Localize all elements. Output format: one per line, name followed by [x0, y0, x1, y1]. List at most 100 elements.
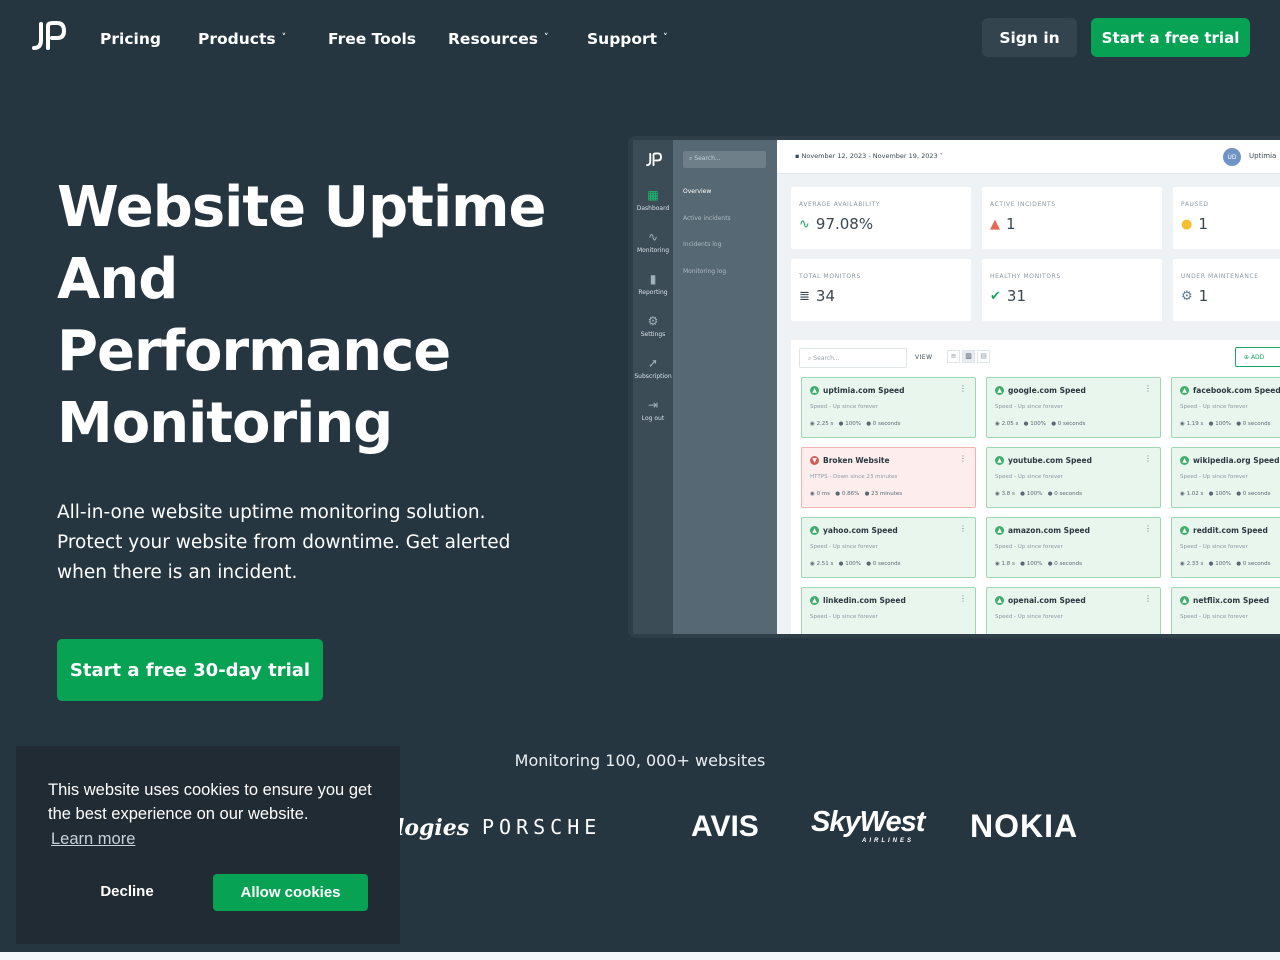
dashboard-topbar: ▪ November 12, 2023 - November 19, 2023 …: [777, 140, 1280, 174]
monitor-card: ▲ linkedin.com Speed ⋮ Speed - Up since f…: [801, 587, 976, 634]
monitor-status-text: Speed - Up since forever: [1180, 614, 1248, 620]
monitor-title: ▼ Broken Website: [810, 456, 890, 465]
status-up-icon: ▲: [810, 526, 819, 535]
chevron-down-icon: ˅: [281, 33, 287, 43]
nav-link-label: Free Tools: [328, 30, 417, 48]
rail-item-reporting: ▮ Reporting: [633, 272, 673, 296]
monitor-title: ▲ google.com Speed: [995, 386, 1086, 395]
monitor-status-text: Speed - Up since forever: [810, 544, 878, 550]
metric-uptime: 0.86%: [841, 491, 860, 497]
uptimia-logo-icon: [645, 152, 663, 167]
top-navigation: Pricing Products ˅ Free Tools Resources …: [0, 0, 1280, 78]
metric-downtime: 0 seconds: [1242, 491, 1271, 497]
rail-item-monitoring: ∿ Monitoring: [633, 230, 673, 254]
search-placeholder: Search...: [694, 155, 721, 162]
logo-technologies: logies: [396, 815, 470, 841]
sign-in-button[interactable]: Sign in: [982, 18, 1077, 57]
subnav-monitoring-log: Monitoring log: [683, 268, 727, 275]
allow-cookies-button[interactable]: Allow cookies: [213, 874, 368, 911]
monitor-title: ▲ linkedin.com Speed: [810, 596, 906, 605]
stat-value-row: ▲ 1: [990, 215, 1016, 233]
monitor-card-down: ▼ Broken Website ⋮ HTTPS - Down since 23 …: [801, 447, 976, 508]
monitor-metrics: ◉ 1.02 s ● 100% ● 0 seconds: [1180, 491, 1271, 497]
stat-healthy-monitors: HEALTHY MONITORS ✔ 31: [982, 259, 1162, 321]
status-up-icon: ▲: [810, 596, 819, 605]
status-up-icon: ▲: [995, 456, 1004, 465]
nav-link-support[interactable]: Support ˅: [587, 30, 668, 48]
monitor-title: ▲ openai.com Speed: [995, 596, 1086, 605]
stat-paused: PAUSED ● 1: [1173, 187, 1280, 249]
subnav-active-incidents: Active incidents: [683, 215, 731, 222]
rail-item-label: Subscription: [634, 373, 672, 380]
start-free-trial-button[interactable]: Start a free trial: [1091, 18, 1250, 57]
logo-nokia: NOKIA: [970, 808, 1079, 844]
nav-link-resources[interactable]: Resources ˅: [448, 30, 548, 48]
chevron-down-icon: ˅: [543, 33, 549, 43]
monitor-status-text: Speed - Up since forever: [995, 614, 1063, 620]
stat-label: HEALTHY MONITORS: [990, 273, 1061, 280]
metric-time: 1.19 s: [1186, 421, 1204, 427]
monitor-name: amazon.com Speed: [1008, 526, 1090, 535]
check-circle-icon: ✔: [990, 288, 1001, 304]
nav-link-pricing[interactable]: Pricing: [100, 30, 161, 48]
rail-item-label: Settings: [640, 331, 666, 338]
monitor-name: openai.com Speed: [1008, 596, 1086, 605]
monitor-name: facebook.com Speed: [1193, 386, 1280, 395]
compact-view-icon: ▤: [977, 350, 990, 363]
hero-title-line: Website Uptime: [57, 175, 546, 240]
stat-label: PAUSED: [1181, 201, 1209, 208]
nav-link-label: Resources: [448, 30, 538, 48]
stat-label: ACTIVE INCIDENTS: [990, 201, 1056, 208]
metric-time: 3.8 s: [1001, 491, 1015, 497]
user-name: Uptimia: [1249, 152, 1277, 160]
stat-value: 1: [1198, 215, 1208, 233]
metric-downtime: 23 minutes: [871, 491, 903, 497]
logo-skywest-subtitle: AIRLINES: [862, 838, 915, 844]
stat-value: 34: [815, 287, 835, 305]
logo-avis: AVIS: [691, 810, 759, 843]
subnav-overview: Overview: [683, 188, 712, 195]
metric-uptime: 100%: [1026, 491, 1043, 497]
hero-title-line: Monitoring: [57, 391, 393, 456]
stat-value: 97.08%: [815, 215, 874, 233]
gear-icon: ⚙: [647, 314, 659, 328]
start-30-day-trial-button[interactable]: Start a free 30-day trial: [57, 639, 323, 701]
stat-value-row: ⚙ 1: [1181, 287, 1208, 305]
metric-downtime: 0 seconds: [872, 561, 901, 567]
pause-icon: ●: [1181, 216, 1193, 232]
more-icon: ⋮: [959, 594, 967, 603]
stat-value-row: ● 1: [1181, 215, 1208, 233]
stat-value-row: ∿ 97.08%: [799, 215, 873, 233]
view-label: VIEW: [915, 354, 933, 361]
nav-link-free-tools[interactable]: Free Tools: [328, 30, 416, 48]
monitor-title: ▲ wikipedia.org Speed: [1180, 456, 1280, 465]
stat-label: TOTAL MONITORS: [799, 273, 861, 280]
date-range-text: November 12, 2023 - November 19, 2023: [801, 152, 938, 160]
rail-item-label: Log out: [641, 415, 665, 422]
nav-link-products[interactable]: Products ˅: [198, 30, 286, 48]
status-up-icon: ▲: [995, 386, 1004, 395]
chevron-down-icon: ˅: [939, 152, 943, 160]
monitor-name: uptimia.com Speed: [823, 386, 905, 395]
dashboard-subnav: ⌕ Search... Overview Active incidents In…: [673, 140, 777, 634]
monitor-status-text: Speed - Up since forever: [810, 404, 878, 410]
decline-cookies-button[interactable]: Decline: [77, 880, 177, 904]
uptimia-logo-icon[interactable]: [30, 20, 68, 54]
pulse-icon: ∿: [799, 216, 810, 232]
grid-icon: ▦: [647, 188, 659, 202]
metric-uptime: 100%: [1026, 561, 1043, 567]
monitor-card: ▲ wikipedia.org Speed Speed - Up since fo…: [1171, 447, 1280, 508]
stat-under-maintenance: UNDER MAINTENANCE ⚙ 1: [1173, 259, 1280, 321]
monitor-name: youtube.com Speed: [1008, 456, 1092, 465]
next-section-edge: [0, 952, 1280, 960]
dashboard-search: ⌕ Search...: [683, 151, 766, 168]
dashboard-screenshot: ▦ Dashboard ∿ Monitoring ▮ Reporting ⚙ S…: [628, 136, 1280, 638]
more-icon: ⋮: [959, 524, 967, 533]
monitor-name: yahoo.com Speed: [823, 526, 898, 535]
monitor-title: ▲ netflix.com Speed: [1180, 596, 1269, 605]
monitor-card: ▲ reddit.com Speed Speed - Up since forev…: [1171, 517, 1280, 578]
view-toggle: ≡ ▥ ▤: [947, 350, 990, 363]
status-up-icon: ▲: [1180, 456, 1189, 465]
learn-more-link[interactable]: Learn more: [51, 830, 135, 849]
monitor-status-text: Speed - Up since forever: [995, 544, 1063, 550]
